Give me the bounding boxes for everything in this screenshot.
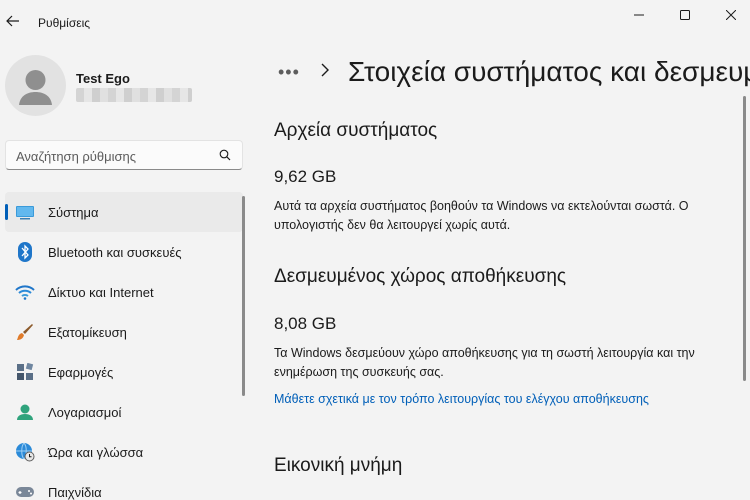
minimize-button[interactable] bbox=[616, 0, 662, 30]
sidebar-item-network[interactable]: Δίκτυο και Internet bbox=[5, 272, 243, 312]
sidebar-item-label: Ώρα και γλώσσα bbox=[48, 444, 144, 460]
sidebar-item-label: Σύστημα bbox=[48, 204, 99, 220]
breadcrumb-more-button[interactable]: ••• bbox=[278, 62, 300, 83]
system-files-description: Αυτά τα αρχεία συστήματος βοηθούν τα Win… bbox=[274, 199, 689, 232]
section-title-system-files: Αρχεία συστήματος bbox=[274, 120, 438, 141]
search-icon[interactable] bbox=[219, 149, 231, 161]
system-files-size: 9,62 GB bbox=[274, 167, 337, 186]
sidebar-scrollbar[interactable] bbox=[242, 196, 245, 396]
sidebar-item-personalization[interactable]: Εξατομίκευση bbox=[5, 312, 243, 352]
sidebar-item-time-language[interactable]: Ώρα και γλώσσα bbox=[5, 432, 243, 472]
main-scrollbar[interactable] bbox=[743, 96, 746, 381]
back-button[interactable] bbox=[4, 10, 22, 32]
sidebar-item-label: Δίκτυο και Internet bbox=[48, 284, 154, 300]
wifi-icon bbox=[15, 282, 35, 302]
system-icon bbox=[15, 202, 35, 222]
active-indicator bbox=[5, 204, 8, 220]
sidebar-item-label: Παιχνίδια bbox=[48, 484, 102, 500]
close-button[interactable] bbox=[708, 0, 750, 30]
title-bar: Ρυθμίσεις bbox=[0, 0, 750, 44]
apps-icon bbox=[15, 362, 35, 382]
search-box[interactable]: Αναζήτηση ρύθμισης bbox=[5, 140, 243, 170]
user-name: Test Ego bbox=[76, 71, 130, 86]
storage-sense-link[interactable]: Μάθετε σχετικά με τον τρόπο λειτουργίας … bbox=[274, 392, 649, 406]
sidebar-item-label: Λογαριασμοί bbox=[48, 404, 122, 420]
chevron-right-icon bbox=[321, 63, 329, 77]
sidebar-item-bluetooth[interactable]: Bluetooth και συσκευές bbox=[5, 232, 243, 272]
close-icon bbox=[726, 10, 736, 20]
globe-clock-icon bbox=[15, 442, 35, 462]
brush-icon bbox=[15, 322, 35, 342]
maximize-button[interactable] bbox=[662, 0, 708, 30]
section-title-virtual-memory: Εικονική μνήμη bbox=[274, 455, 403, 476]
gamepad-icon bbox=[15, 482, 35, 500]
minimize-icon bbox=[634, 14, 644, 16]
sidebar-item-gaming[interactable]: Παιχνίδια bbox=[5, 472, 243, 500]
sidebar-item-label: Bluetooth και συσκευές bbox=[48, 244, 182, 260]
avatar[interactable] bbox=[5, 55, 66, 116]
app-title: Ρυθμίσεις bbox=[38, 16, 91, 30]
section-title-reserved-storage: Δεσμευμένος χώρος αποθήκευσης bbox=[274, 266, 567, 287]
sidebar-item-system[interactable]: Σύστημα bbox=[5, 192, 243, 232]
account-icon bbox=[15, 402, 35, 422]
sidebar-item-apps[interactable]: Εφαρμογές bbox=[5, 352, 243, 392]
sidebar-nav: Σύστημα Bluetooth και συσκευές Δίκτυο κα… bbox=[5, 192, 243, 500]
user-icon bbox=[19, 70, 52, 105]
search-input[interactable]: Αναζήτηση ρύθμισης bbox=[16, 149, 136, 164]
reserved-storage-description: Τα Windows δεσμεύουν χώρο αποθήκευσης γι… bbox=[274, 346, 695, 379]
sidebar-item-accounts[interactable]: Λογαριασμοί bbox=[5, 392, 243, 432]
sidebar-item-label: Εξατομίκευση bbox=[48, 324, 127, 340]
maximize-icon bbox=[680, 10, 690, 20]
page-title: Στοιχεία συστήματος και δεσμευμένος χώρο… bbox=[348, 56, 750, 87]
arrow-left-icon bbox=[6, 15, 19, 27]
user-email-redacted bbox=[76, 88, 192, 102]
sidebar-item-label: Εφαρμογές bbox=[48, 364, 114, 380]
reserved-storage-size: 8,08 GB bbox=[274, 314, 337, 333]
bluetooth-icon bbox=[15, 242, 35, 262]
